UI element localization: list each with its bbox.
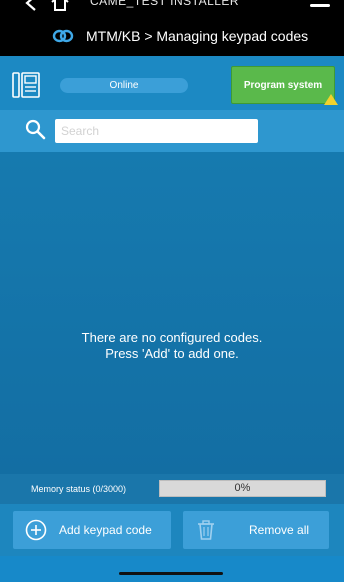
header: CAME_TEST INSTALLER MTM/KB > Managing ke… [0, 0, 344, 56]
installer-name: CAME_TEST INSTALLER [90, 0, 240, 8]
home-icon[interactable] [50, 0, 70, 12]
add-keypad-code-button[interactable]: Add keypad code [13, 511, 171, 549]
empty-state-message: There are no configured codes. Press 'Ad… [0, 330, 344, 362]
trash-icon [198, 520, 214, 540]
add-keypad-code-label: Add keypad code [59, 523, 152, 537]
search-icon [25, 119, 46, 140]
remove-all-button[interactable]: Remove all [183, 511, 329, 549]
codes-list: There are no configured codes. Press 'Ad… [0, 152, 344, 474]
app-screen: CAME_TEST INSTALLER MTM/KB > Managing ke… [0, 0, 344, 582]
warning-icon [324, 94, 338, 105]
memory-percent: 0% [234, 482, 251, 494]
device-icon[interactable] [12, 72, 40, 98]
menu-icon[interactable] [310, 4, 330, 7]
memory-progress-bar: 0% [159, 480, 326, 497]
program-system-button[interactable]: Program system [231, 66, 335, 104]
back-arrow-icon[interactable] [22, 0, 40, 12]
came-connect-icon [52, 29, 74, 43]
empty-state-line-2: Press 'Add' to add one. [105, 346, 239, 361]
bottom-safe-area [0, 556, 344, 582]
search-input[interactable] [55, 119, 258, 143]
empty-state-line-1: There are no configured codes. [81, 330, 263, 345]
breadcrumb: MTM/KB > Managing keypad codes [86, 28, 309, 44]
connection-status-badge: Online [60, 78, 188, 93]
remove-all-label: Remove all [249, 523, 310, 537]
home-indicator[interactable] [119, 572, 223, 575]
add-circle-icon [25, 519, 47, 541]
memory-status-label: Memory status (0/3000) [31, 484, 127, 494]
